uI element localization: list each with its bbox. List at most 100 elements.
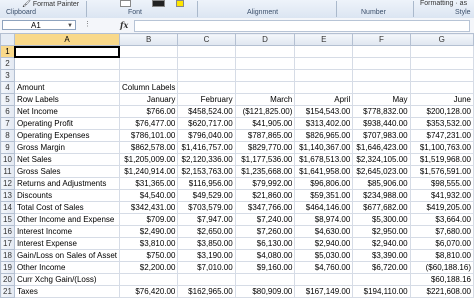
cell-a8[interactable]: Operating Expenses bbox=[13, 129, 121, 142]
cell-b6[interactable]: $766.00 bbox=[119, 105, 179, 118]
row-header[interactable]: 16 bbox=[0, 225, 15, 238]
highlight-color-icon[interactable] bbox=[120, 0, 131, 7]
cell-g1[interactable] bbox=[409, 45, 474, 58]
insert-function-icon[interactable]: fx bbox=[120, 20, 128, 30]
cell-e18[interactable]: $5,030.00 bbox=[294, 249, 354, 262]
row-header[interactable]: 21 bbox=[0, 285, 15, 298]
cell-c21[interactable]: $162,965.00 bbox=[177, 285, 236, 298]
cell-f18[interactable]: $3,390.00 bbox=[352, 249, 411, 262]
cell-a14[interactable]: Total Cost of Sales bbox=[13, 201, 121, 214]
cell-d10[interactable]: $1,177,536.00 bbox=[234, 153, 296, 166]
cell-e9[interactable]: $1,140,367.00 bbox=[294, 141, 354, 154]
column-header-b[interactable]: B bbox=[119, 33, 179, 46]
cell-d21[interactable]: $80,909.00 bbox=[234, 285, 296, 298]
cell-b13[interactable]: $4,540.00 bbox=[119, 189, 179, 202]
row-header[interactable]: 12 bbox=[0, 177, 15, 190]
row-header[interactable]: 14 bbox=[0, 201, 15, 214]
cell-d1[interactable] bbox=[234, 45, 296, 58]
cell-f6[interactable]: $778,832.00 bbox=[352, 105, 411, 118]
row-header[interactable]: 4 bbox=[0, 81, 15, 94]
cell-c13[interactable]: $49,529.00 bbox=[177, 189, 236, 202]
cell-d14[interactable]: $347,766.00 bbox=[234, 201, 296, 214]
cell-g6[interactable]: $200,128.00 bbox=[409, 105, 474, 118]
cell-c19[interactable]: $7,010.00 bbox=[177, 261, 236, 274]
row-header[interactable]: 3 bbox=[0, 69, 15, 82]
cell-d18[interactable]: $4,080.00 bbox=[234, 249, 296, 262]
cell-e5[interactable]: April bbox=[294, 93, 354, 106]
cell-f1[interactable] bbox=[352, 45, 411, 58]
cell-b9[interactable]: $862,578.00 bbox=[119, 141, 179, 154]
cell-b10[interactable]: $1,205,009.00 bbox=[119, 153, 179, 166]
cell-a20[interactable]: Curr Xchg Gain/(Loss) bbox=[13, 273, 121, 286]
cell-f10[interactable]: $2,324,105.00 bbox=[352, 153, 411, 166]
cell-e16[interactable]: $4,630.00 bbox=[294, 225, 354, 238]
cell-e11[interactable]: $1,641,958.00 bbox=[294, 165, 354, 178]
row-header[interactable]: 15 bbox=[0, 213, 15, 226]
cell-g19[interactable]: ($60,188.16) bbox=[409, 261, 474, 274]
cell-f4[interactable] bbox=[352, 81, 411, 94]
cell-a11[interactable]: Gross Sales bbox=[13, 165, 121, 178]
row-header[interactable]: 2 bbox=[0, 57, 15, 70]
cell-e7[interactable]: $313,402.00 bbox=[294, 117, 354, 130]
chevron-down-icon[interactable]: ▼ bbox=[67, 21, 73, 31]
cell-c12[interactable]: $116,956.00 bbox=[177, 177, 236, 190]
cell-c8[interactable]: $796,040.00 bbox=[177, 129, 236, 142]
cell-a12[interactable]: Returns and Adjustments bbox=[13, 177, 121, 190]
cell-b1[interactable] bbox=[119, 45, 179, 58]
cell-d19[interactable]: $9,160.00 bbox=[234, 261, 296, 274]
cell-a17[interactable]: Interest Expense bbox=[13, 237, 121, 250]
cell-g12[interactable]: $98,555.00 bbox=[409, 177, 474, 190]
cell-f12[interactable]: $85,906.00 bbox=[352, 177, 411, 190]
cell-g4[interactable] bbox=[409, 81, 474, 94]
cell-d5[interactable]: March bbox=[234, 93, 296, 106]
cell-e6[interactable]: $154,543.00 bbox=[294, 105, 354, 118]
cell-g20[interactable]: $60,188.16 bbox=[409, 273, 474, 286]
cell-b7[interactable]: $76,477.00 bbox=[119, 117, 179, 130]
cell-b3[interactable] bbox=[119, 69, 179, 82]
cell-f2[interactable] bbox=[352, 57, 411, 70]
name-box[interactable]: A1 ▼ bbox=[2, 20, 76, 30]
column-header-d[interactable]: D bbox=[234, 33, 296, 46]
column-header-c[interactable]: C bbox=[177, 33, 236, 46]
fill-color-icon[interactable] bbox=[176, 0, 184, 7]
cell-b2[interactable] bbox=[119, 57, 179, 70]
cell-d6[interactable]: ($121,825.00) bbox=[234, 105, 296, 118]
cell-f7[interactable]: $938,440.00 bbox=[352, 117, 411, 130]
cell-e12[interactable]: $96,806.00 bbox=[294, 177, 354, 190]
cell-d2[interactable] bbox=[234, 57, 296, 70]
conditional-formatting-button[interactable]: Formatting · as bbox=[420, 0, 467, 7]
cell-e15[interactable]: $8,974.00 bbox=[294, 213, 354, 226]
cell-g3[interactable] bbox=[409, 69, 474, 82]
cell-d15[interactable]: $7,240.00 bbox=[234, 213, 296, 226]
cell-d12[interactable]: $79,992.00 bbox=[234, 177, 296, 190]
select-all-corner[interactable] bbox=[0, 33, 15, 46]
row-header[interactable]: 8 bbox=[0, 129, 15, 142]
cell-g5[interactable]: June bbox=[409, 93, 474, 106]
row-header[interactable]: 5 bbox=[0, 93, 15, 106]
font-color-icon[interactable] bbox=[152, 0, 165, 7]
cell-e14[interactable]: $464,146.00 bbox=[294, 201, 354, 214]
worksheet-grid[interactable]: ABCDEFG 1 2 3 4 Amount Column Labels 5 Row Labe… bbox=[0, 33, 474, 298]
cell-c10[interactable]: $2,120,336.00 bbox=[177, 153, 236, 166]
cell-c4[interactable] bbox=[177, 81, 236, 94]
cell-f14[interactable]: $677,682.00 bbox=[352, 201, 411, 214]
cell-d8[interactable]: $787,865.00 bbox=[234, 129, 296, 142]
cell-f11[interactable]: $2,645,023.00 bbox=[352, 165, 411, 178]
cell-d7[interactable]: $41,905.00 bbox=[234, 117, 296, 130]
cell-g14[interactable]: $419,205.00 bbox=[409, 201, 474, 214]
cell-b8[interactable]: $786,101.00 bbox=[119, 129, 179, 142]
column-header-g[interactable]: G bbox=[409, 33, 474, 46]
cell-c1[interactable] bbox=[177, 45, 236, 58]
cell-a16[interactable]: Interest Income bbox=[13, 225, 121, 238]
cell-a3[interactable] bbox=[13, 69, 121, 82]
cell-a13[interactable]: Discounts bbox=[13, 189, 121, 202]
cell-b11[interactable]: $1,240,914.00 bbox=[119, 165, 179, 178]
cell-c14[interactable]: $703,579.00 bbox=[177, 201, 236, 214]
cell-g10[interactable]: $1,519,968.00 bbox=[409, 153, 474, 166]
cell-f8[interactable]: $707,983.00 bbox=[352, 129, 411, 142]
cell-g21[interactable]: $221,608.00 bbox=[409, 285, 474, 298]
cell-b4[interactable]: Column Labels bbox=[119, 81, 179, 94]
row-header[interactable]: 7 bbox=[0, 117, 15, 130]
formula-input[interactable] bbox=[134, 20, 470, 32]
cell-a7[interactable]: Operating Profit bbox=[13, 117, 121, 130]
